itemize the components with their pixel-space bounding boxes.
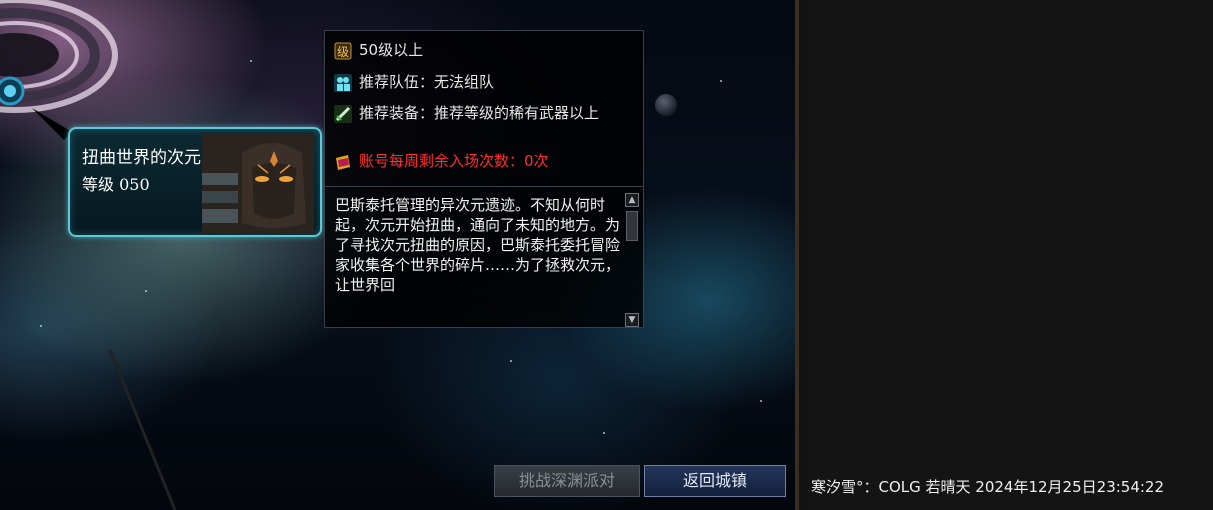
ticket-icon [333,152,353,172]
dungeon-portrait [202,133,314,233]
chat-message: 寒汐雪°：COLG 若晴天 2024年12月25日23:54:22 [811,478,1165,496]
weekly-entries: 账号每周剩余入场次数：0次 [359,152,549,170]
dungeon-info-panel: 级 50级以上 推荐队伍：无法组队 推荐装备：推荐等级的稀有武器以上 账号每周剩… [324,30,644,328]
moon-planet [655,94,677,116]
recommended-gear: 推荐装备：推荐等级的稀有武器以上 [359,104,600,122]
info-entries-row: 账号每周剩余入场次数：0次 [333,152,639,172]
sword-icon [333,104,353,124]
chat-log [807,0,1213,510]
dungeon-level: 等级 050 [82,175,150,194]
level-badge-icon: 级 [333,41,353,61]
description-scrollbar[interactable]: ▲ ▼ [625,193,639,327]
info-level-row: 级 50级以上 [333,41,639,61]
info-team-row: 推荐队伍：无法组队 [333,73,639,93]
recommended-team: 推荐队伍：无法组队 [359,73,495,91]
dungeon-card[interactable]: 扭曲世界的次元 等级 050 [68,127,322,237]
party-icon [333,73,353,93]
svg-text:级: 级 [337,45,349,59]
abyss-party-button[interactable]: 挑战深渊派对 [494,465,640,497]
level-requirement: 50级以上 [359,41,424,59]
dungeon-description: 巴斯泰托管理的异次元遗迹。不知从何时起，次元开始扭曲，通向了未知的地方。为了寻找… [335,196,621,294]
chat-panel: 寒汐雪°：COLG 若晴天 2024年12月25日23:54:22 [795,0,1213,510]
scroll-down-icon[interactable]: ▼ [625,313,639,327]
divider [325,186,643,187]
scroll-up-icon[interactable]: ▲ [625,193,639,207]
return-to-town-button[interactable]: 返回城镇 [644,465,786,497]
scroll-thumb[interactable] [626,211,638,241]
dungeon-name: 扭曲世界的次元 [82,148,201,168]
info-gear-row: 推荐装备：推荐等级的稀有武器以上 [333,104,639,124]
